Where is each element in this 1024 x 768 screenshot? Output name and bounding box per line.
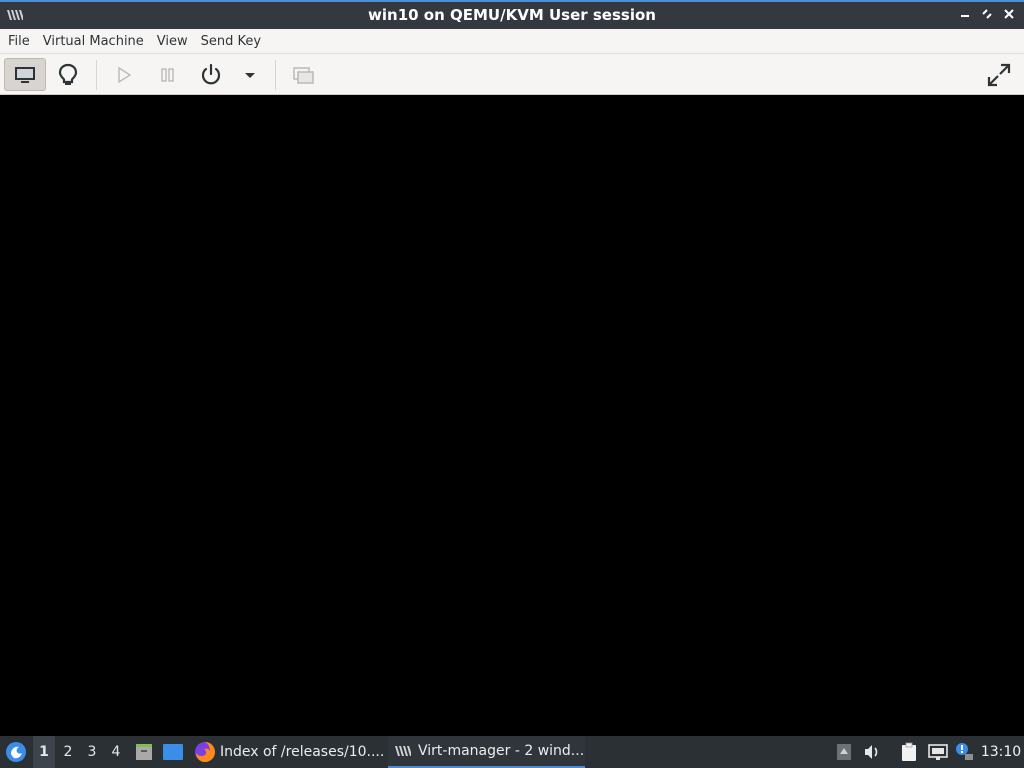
toolbar [0,53,1024,95]
close-icon[interactable] [1000,6,1018,24]
toolbar-separator [275,60,276,90]
tray-expand-button[interactable] [834,736,854,768]
maximize-icon[interactable] [978,6,996,24]
file-manager-launcher[interactable] [132,736,156,768]
volume-button[interactable] [860,736,884,768]
clock[interactable]: 13:10 [980,736,1022,768]
monitor-icon [15,66,35,83]
details-view-button[interactable] [47,58,89,91]
dropdown-arrow-icon [245,72,255,78]
start-menu-button[interactable] [2,736,30,768]
app-menu-icon [6,742,26,762]
pause-icon [161,67,174,82]
task-label-virt-manager: Virt-manager - 2 wind... [418,743,585,759]
run-button[interactable] [103,58,145,91]
lightbulb-icon [58,63,78,85]
pause-button[interactable] [147,58,189,91]
play-icon [118,66,132,83]
menu-virtual-machine[interactable]: Virtual Machine [43,34,157,49]
notifications-button[interactable] [952,736,976,768]
power-icon [201,63,221,84]
shutdown-menu-button[interactable] [230,58,270,91]
console-view-button[interactable] [4,58,46,91]
volume-icon [865,745,878,759]
firefox-icon [195,742,215,762]
clipboard-button[interactable] [896,736,922,768]
workspace-4[interactable]: 4 [105,736,127,768]
vm-display[interactable] [0,95,1024,736]
network-button[interactable] [926,736,950,768]
window-title: win10 on QEMU/KVM User session [368,6,656,24]
file-manager-icon [136,744,152,760]
workspace-3[interactable]: 3 [81,736,103,768]
desktop-icon [163,744,183,760]
workspace-2[interactable]: 2 [57,736,79,768]
taskbar-task-virt-manager[interactable]: Virt-manager - 2 wind... [388,736,585,768]
tray-arrow-icon [837,744,851,760]
menu-bar: File Virtual Machine View Send Key [0,29,1024,53]
virt-manager-icon [395,746,411,756]
window-titlebar: win10 on QEMU/KVM User session [0,0,1024,29]
clipboard-icon [902,742,916,761]
snapshots-icon [293,66,314,84]
show-desktop-button[interactable] [160,736,186,768]
menu-send-key[interactable]: Send Key [201,34,274,49]
fullscreen-icon [987,63,1011,86]
notification-icon [956,743,973,760]
taskbar-task-firefox[interactable]: Index of /releases/10.... [190,736,384,768]
network-icon [928,744,948,760]
snapshots-button[interactable] [283,58,325,91]
menu-file[interactable]: File [8,34,43,49]
toolbar-separator [96,60,97,90]
shutdown-button[interactable] [190,58,232,91]
taskbar: 1 2 3 4 Index of /releases/10.... Virt-m… [0,736,1024,768]
workspace-1[interactable]: 1 [33,736,55,768]
fullscreen-button[interactable] [978,58,1020,91]
task-label-firefox: Index of /releases/10.... [220,744,384,760]
menu-view[interactable]: View [157,34,201,49]
minimize-icon[interactable] [956,6,974,24]
